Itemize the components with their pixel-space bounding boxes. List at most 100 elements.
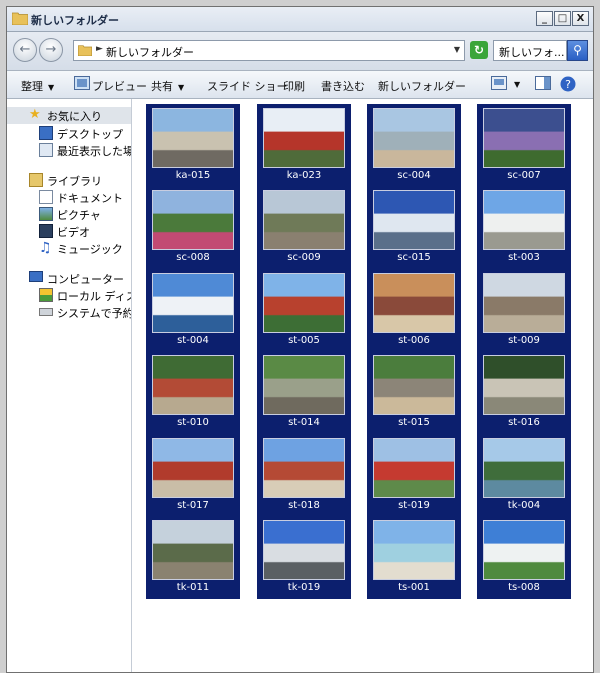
thumbnail-image [263,438,345,498]
video-icon [39,224,53,238]
navigation-pane: ★ お気に入り デスクトップ 最近表示した場所 ライブラリ ドキュメント ピクチ… [7,99,132,672]
file-name-label: ts-008 [508,582,540,593]
file-thumbnail[interactable]: st-019 [367,434,461,517]
nav-recent-label: 最近表示した場所 [57,145,131,158]
refresh-button[interactable]: ↻ [470,41,488,59]
thumbnail-image [483,273,565,333]
address-bar[interactable]: ► 新しいフォルダー ▼ [73,40,465,61]
burn-button[interactable]: 書き込む [321,78,365,94]
file-name-label: sc-007 [507,170,541,181]
drive-icon [39,308,53,316]
print-button[interactable]: 印刷 [283,78,305,94]
star-icon: ★ [29,107,41,122]
file-name-label: st-015 [398,417,430,428]
view-options-chevron-icon[interactable]: ▼ [514,80,520,89]
address-dropdown-icon[interactable]: ▼ [454,45,460,54]
file-name-label: tk-011 [176,582,210,593]
file-thumbnail[interactable]: ts-008 [477,516,571,599]
refresh-icon: ↻ [473,43,485,57]
nav-local-disk[interactable]: ローカル ディスク [7,287,131,304]
nav-documents[interactable]: ドキュメント [7,189,131,206]
file-thumbnail[interactable]: st-010 [146,351,240,434]
file-thumbnail[interactable]: sc-009 [257,186,351,269]
thumbnail-image [263,273,345,333]
breadcrumb-chevron-icon[interactable]: ► [96,44,103,54]
document-icon [39,190,53,204]
file-thumbnail[interactable]: st-004 [146,269,240,352]
nav-local-disk-label: ローカル ディスク [57,290,131,303]
close-button[interactable]: X [572,11,589,26]
nav-desktop[interactable]: デスクトップ [7,125,131,142]
thumbnail-image [483,355,565,415]
file-name-label: st-019 [398,500,430,511]
file-thumbnail[interactable]: sc-004 [367,104,461,187]
file-name-label: st-004 [177,335,209,346]
slideshow-button[interactable]: スライド ショー [207,78,288,94]
preview-button[interactable]: プレビュー [92,78,147,94]
maximize-button[interactable]: □ [554,11,571,26]
file-thumbnail[interactable]: tk-019 [257,516,351,599]
file-thumbnail[interactable]: st-006 [367,269,461,352]
file-thumbnail[interactable]: st-017 [146,434,240,517]
file-thumbnail[interactable]: st-005 [257,269,351,352]
search-input[interactable]: 新しいフォ... [493,40,567,61]
nav-libraries[interactable]: ライブラリ [7,172,131,189]
file-name-label: ts-001 [398,582,430,593]
minimize-button[interactable]: _ [536,11,553,26]
nav-recent[interactable]: 最近表示した場所 [7,142,131,159]
nav-computer[interactable]: コンピューター [7,270,131,287]
nav-videos[interactable]: ビデオ [7,223,131,240]
svg-text:?: ? [565,78,571,91]
file-thumbnail[interactable]: tk-011 [146,516,240,599]
change-view-icon[interactable] [491,76,507,90]
thumbnail-image [373,520,455,580]
folder-icon [12,12,28,25]
thumbnail-image [152,355,234,415]
preview-pane-icon[interactable] [535,76,551,90]
file-thumbnail[interactable]: sc-008 [146,186,240,269]
organize-menu[interactable]: 整理 ▼ [21,78,54,94]
back-button[interactable]: ← [13,38,37,62]
file-thumbnail[interactable]: st-018 [257,434,351,517]
file-thumbnail[interactable]: st-016 [477,351,571,434]
thumbnail-image [263,190,345,250]
breadcrumb-path[interactable]: 新しいフォルダー [106,44,194,60]
file-thumbnail[interactable]: st-014 [257,351,351,434]
desktop-icon [39,126,53,140]
nav-system-reserved-label: システムで予約済み [57,307,131,320]
thumbnail-image [483,190,565,250]
share-menu[interactable]: 共有 ▼ [151,78,184,94]
file-thumbnail[interactable]: tk-004 [477,434,571,517]
computer-icon [29,271,43,282]
file-thumbnail[interactable]: sc-007 [477,104,571,187]
file-thumbnail[interactable]: st-009 [477,269,571,352]
search-button[interactable]: ⚲ [567,40,588,61]
file-thumbnail[interactable]: ts-001 [367,516,461,599]
file-thumbnail[interactable]: st-015 [367,351,461,434]
file-name-label: st-010 [177,417,209,428]
nav-system-reserved[interactable]: システムで予約済み [7,304,131,321]
title-bar[interactable]: 新しいフォルダー _ □ X [7,7,593,32]
file-thumbnail[interactable]: ka-015 [146,104,240,187]
thumbnail-image [263,355,345,415]
folder-icon [78,45,92,56]
file-name-label: st-018 [288,500,320,511]
nav-favorites[interactable]: ★ お気に入り [7,107,131,124]
file-thumbnail[interactable]: st-003 [477,186,571,269]
nav-pictures[interactable]: ピクチャ [7,206,131,223]
back-arrow-icon: ← [19,42,31,57]
thumbnail-image [263,108,345,168]
new-folder-button[interactable]: 新しいフォルダー [378,78,466,94]
search-icon: ⚲ [573,43,582,57]
thumbnail-image [373,438,455,498]
nav-music[interactable]: ♫ ミュージック [7,240,131,257]
chevron-down-icon: ▼ [48,83,55,92]
file-name-label: sc-009 [287,252,321,263]
help-icon[interactable]: ? [560,76,576,92]
forward-button[interactable]: → [39,38,63,62]
file-thumbnail[interactable]: sc-015 [367,186,461,269]
nav-desktop-label: デスクトップ [57,128,123,141]
file-thumbnail[interactable]: ka-023 [257,104,351,187]
thumbnail-image [373,108,455,168]
nav-libraries-label: ライブラリ [47,175,102,188]
